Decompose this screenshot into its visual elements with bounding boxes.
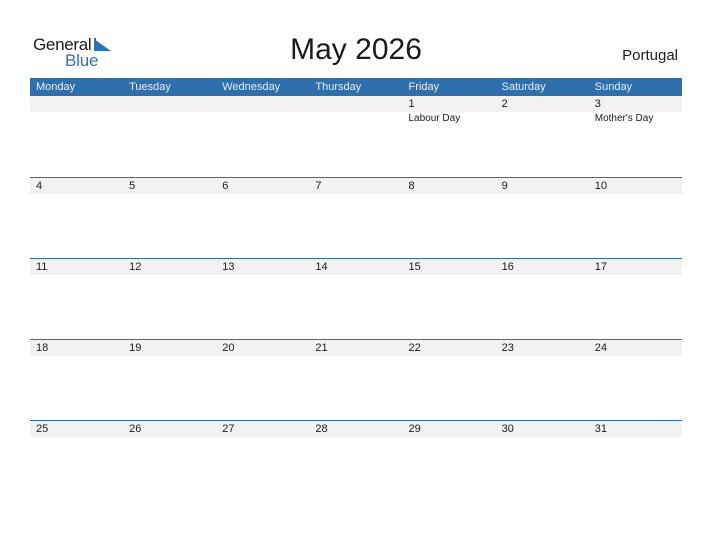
day-number: 16 <box>501 261 514 273</box>
day-cell: 16 <box>496 259 589 276</box>
day-cell: 30 <box>496 421 589 438</box>
weekday-label: Monday <box>36 81 76 93</box>
day-cell: 17 <box>589 259 682 276</box>
day-cell: 23 <box>496 340 589 357</box>
week-row: 11 12 13 14 15 16 17 <box>30 258 682 339</box>
holiday-label: Mother's Day <box>594 113 654 124</box>
day-number: 23 <box>501 342 514 354</box>
day-number: 8 <box>408 180 415 192</box>
day-number: 19 <box>129 342 142 354</box>
day-cell <box>216 96 309 124</box>
day-number: 28 <box>315 423 328 435</box>
day-number: 24 <box>594 342 607 354</box>
day-cell <box>30 96 123 124</box>
day-number: 12 <box>129 261 142 273</box>
day-cell: 18 <box>30 340 123 357</box>
day-cell: 25 <box>30 421 123 438</box>
day-cell: 14 <box>309 259 402 276</box>
week-row: 18 19 20 21 22 23 24 <box>30 339 682 420</box>
weekday-label: Wednesday <box>222 81 281 93</box>
day-number: 10 <box>594 180 607 192</box>
day-number: 20 <box>222 342 235 354</box>
calendar-title: May 2026 <box>290 33 422 66</box>
day-number: 4 <box>36 180 43 192</box>
day-cell: 28 <box>309 421 402 438</box>
day-cell: 12 <box>123 259 216 276</box>
day-cell: 2 <box>496 96 589 124</box>
weekday-label: Friday <box>408 81 440 93</box>
day-number: 7 <box>315 180 322 192</box>
day-number <box>36 96 123 112</box>
day-cell: 19 <box>123 340 216 357</box>
day-cell: 24 <box>589 340 682 357</box>
week-cells: 4 5 6 7 8 9 10 <box>30 178 682 195</box>
day-number: 31 <box>594 423 607 435</box>
day-number: 2 <box>501 98 508 110</box>
day-number: 25 <box>36 423 49 435</box>
day-number: 9 <box>501 180 508 192</box>
day-number: 6 <box>222 180 229 192</box>
day-cell: 3 Mother's Day <box>589 96 682 124</box>
day-cell <box>309 96 402 124</box>
weekday-label: Tuesday <box>129 81 171 93</box>
day-number: 29 <box>408 423 421 435</box>
day-cell: 20 <box>216 340 309 357</box>
day-number: 26 <box>129 423 142 435</box>
day-number: 30 <box>501 423 514 435</box>
day-number <box>222 96 309 112</box>
day-number: 13 <box>222 261 235 273</box>
week-row: 25 26 27 28 29 30 31 <box>30 420 682 501</box>
day-number: 17 <box>594 261 607 273</box>
day-number: 1 <box>408 98 415 110</box>
weekday-label: Thursday <box>315 81 362 93</box>
day-cell: 9 <box>496 178 589 195</box>
calendar-grid: Monday Tuesday Wednesday Thursday Friday… <box>30 78 682 501</box>
day-cell: 7 <box>309 178 402 195</box>
day-cell: 1 Labour Day <box>403 96 496 124</box>
week-row: 1 Labour Day 2 3 Mother's Day <box>30 96 682 177</box>
day-cell: 21 <box>309 340 402 357</box>
day-cell: 22 <box>403 340 496 357</box>
day-cell: 11 <box>30 259 123 276</box>
day-number: 27 <box>222 423 235 435</box>
day-number: 18 <box>36 342 49 354</box>
day-cell: 4 <box>30 178 123 195</box>
day-cell: 31 <box>589 421 682 438</box>
day-cell: 10 <box>589 178 682 195</box>
day-cell: 8 <box>403 178 496 195</box>
day-cell: 26 <box>123 421 216 438</box>
holiday-label: Labour Day <box>408 113 461 124</box>
day-cell: 13 <box>216 259 309 276</box>
weekday-header: Monday Tuesday Wednesday Thursday Friday… <box>30 78 682 96</box>
weekday-label: Saturday <box>501 81 546 93</box>
day-number: 21 <box>315 342 328 354</box>
day-number: 14 <box>315 261 328 273</box>
day-cell: 15 <box>403 259 496 276</box>
day-cell: 27 <box>216 421 309 438</box>
day-number <box>129 96 216 112</box>
day-number: 3 <box>594 98 601 110</box>
week-row: 4 5 6 7 8 9 10 <box>30 177 682 258</box>
weekday-label: Sunday <box>594 81 633 93</box>
week-cells: 18 19 20 21 22 23 24 <box>30 340 682 357</box>
day-number <box>315 96 402 112</box>
day-cell <box>123 96 216 124</box>
day-number: 5 <box>129 180 136 192</box>
country-label: Portugal <box>622 47 678 64</box>
day-cell: 5 <box>123 178 216 195</box>
day-number: 11 <box>36 261 48 273</box>
day-cell: 6 <box>216 178 309 195</box>
week-cells: 11 12 13 14 15 16 17 <box>30 259 682 276</box>
day-number: 22 <box>408 342 421 354</box>
weeks-container: 1 Labour Day 2 3 Mother's Day 4 5 6 7 8 9 10 11 12 13 1… <box>30 96 682 501</box>
day-number: 15 <box>408 261 421 273</box>
week-cells: 1 Labour Day 2 3 Mother's Day <box>30 96 682 124</box>
week-cells: 25 26 27 28 29 30 31 <box>30 421 682 438</box>
day-cell: 29 <box>403 421 496 438</box>
